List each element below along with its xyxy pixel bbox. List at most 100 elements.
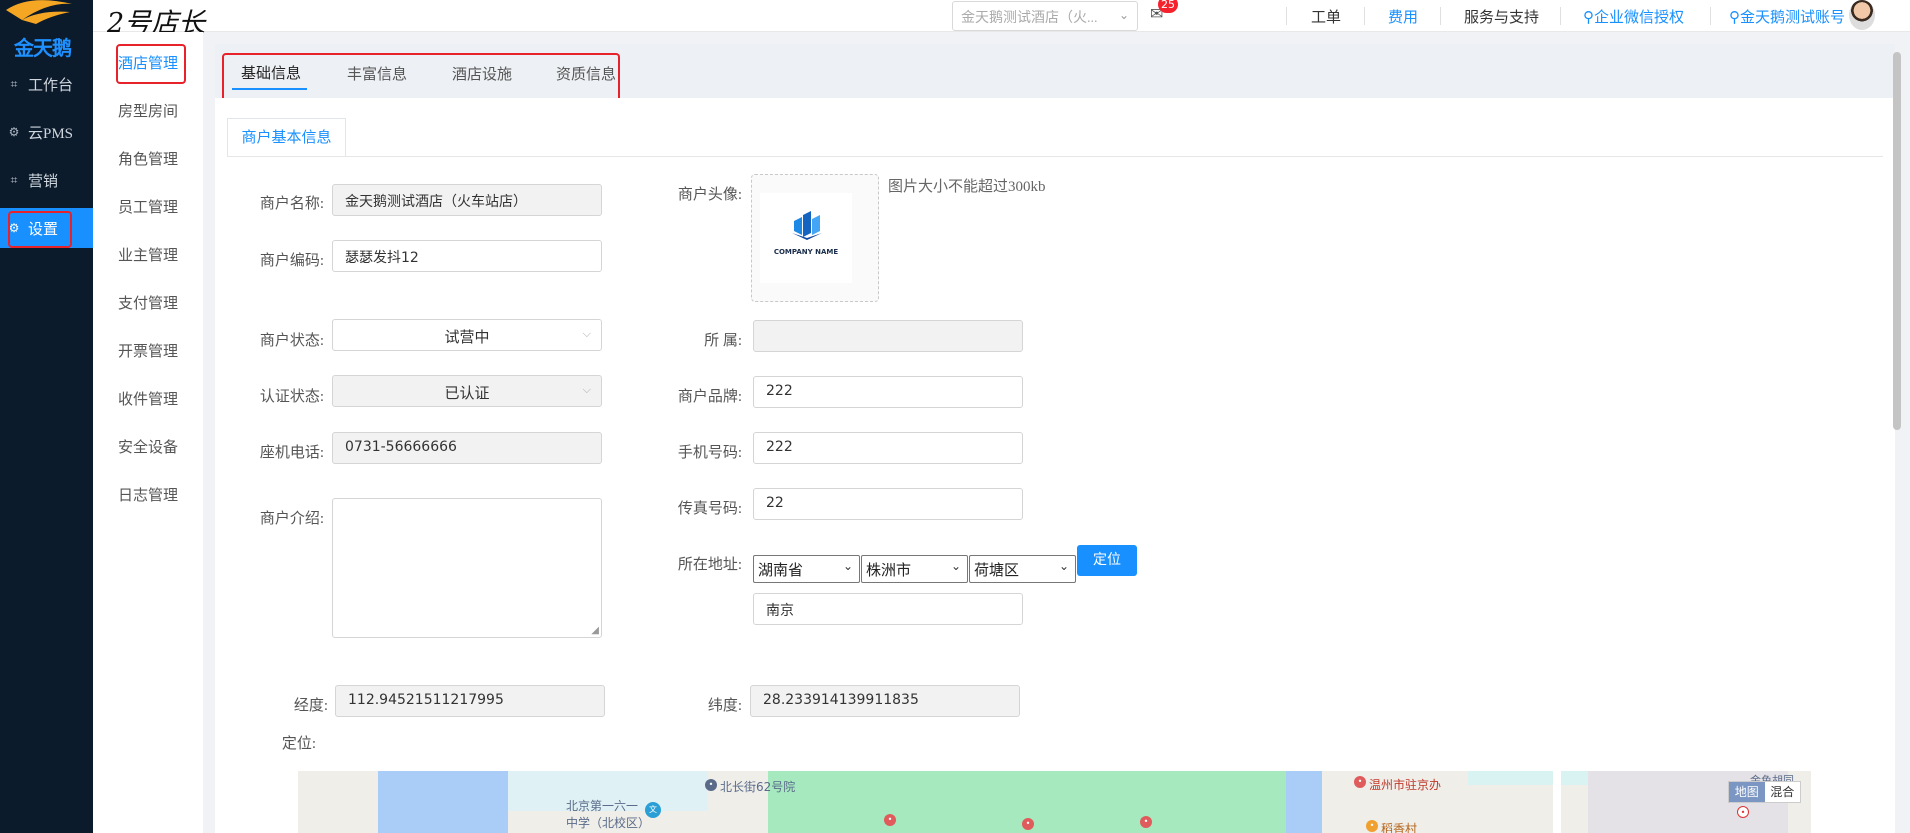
resize-grip-icon[interactable]: ◢ (591, 625, 599, 636)
submenu-item-roles[interactable]: 角色管理 (93, 145, 203, 175)
company-logo-icon (792, 211, 822, 240)
app-logo[interactable]: 金天鹅 (0, 0, 93, 60)
header-divider (1364, 7, 1365, 25)
highlight-settings (8, 211, 72, 248)
province-select[interactable]: 湖南省 ⌄ (753, 555, 860, 583)
district-select[interactable]: 荷塘区 ⌄ (969, 555, 1076, 583)
submenu-item-payment[interactable]: 支付管理 (93, 289, 203, 319)
latitude-field[interactable]: 28.233914139911835 (750, 685, 1020, 717)
address-detail-field[interactable]: 南京 (753, 593, 1023, 625)
header-divider (1286, 7, 1287, 25)
poi-pin-icon: • (1140, 816, 1152, 828)
nav-wechat-auth[interactable]: ⚲企业微信授权 (1583, 6, 1684, 27)
school-pin-icon: 文 (645, 802, 661, 818)
fax-field[interactable]: 22 (753, 488, 1023, 520)
company-name-text: COMPANY NAME (773, 248, 839, 256)
sidebar-item-cloud-pms[interactable]: ⚙ 云PMS (0, 112, 93, 152)
label-merchant-name: 商户名称: (259, 196, 324, 212)
submenu-item-invoice[interactable]: 开票管理 (93, 337, 203, 367)
city-select[interactable]: 株洲市 ⌄ (861, 555, 968, 583)
poi-pin-icon: • (705, 779, 717, 791)
submenu-item-receipt[interactable]: 收件管理 (93, 385, 203, 415)
submenu-item-logs[interactable]: 日志管理 (93, 481, 203, 511)
intro-textarea[interactable]: ◢ (332, 498, 602, 638)
label-brand: 商户品牌: (677, 389, 742, 405)
nav-support[interactable]: 服务与支持 (1464, 6, 1539, 27)
workbench-icon: ⌗ (10, 76, 18, 91)
label-cert-status: 认证状态: (259, 389, 324, 405)
label-latitude: 纬度: (707, 698, 742, 714)
district-value: 荷塘区 (974, 563, 1020, 579)
label-longitude: 经度: (293, 698, 328, 714)
mobile-field[interactable]: 222 (753, 432, 1023, 464)
brand-field[interactable]: 222 (753, 376, 1023, 408)
label-landline: 座机电话: (259, 445, 324, 461)
map-area (1468, 771, 1588, 785)
highlight-hotel-management (116, 44, 186, 84)
chevron-down-icon: ⌄ (1058, 559, 1069, 573)
avatar[interactable] (1849, 0, 1875, 30)
submenu-item-owners[interactable]: 业主管理 (93, 241, 203, 271)
header-divider (1710, 7, 1711, 25)
belong-field[interactable] (753, 320, 1023, 352)
label-intro: 商户介绍: (259, 511, 324, 527)
merchant-name-field[interactable]: 金天鹅测试酒店（火车站店） (332, 184, 602, 216)
hotel-select[interactable]: 金天鹅测试酒店（火... ⌄ (952, 1, 1138, 31)
nav-account[interactable]: ⚲金天鹅测试账号 (1729, 6, 1845, 27)
swan-logo-icon (6, 0, 72, 24)
poi-pin-icon: • (1022, 818, 1034, 830)
poi-pin-icon: • (1354, 776, 1366, 788)
sidebar-item-workbench[interactable]: ⌗ 工作台 (0, 64, 93, 104)
user-icon: ⚲ (1729, 10, 1740, 26)
locate-button[interactable]: 定位 (1077, 545, 1137, 576)
cert-status-select[interactable]: 已认证 ⌵ (332, 375, 602, 407)
submenu-item-staff[interactable]: 员工管理 (93, 193, 203, 223)
cert-status-value: 已认证 (444, 386, 490, 402)
chevron-down-icon: ⌵ (582, 327, 591, 340)
sub-menu: 酒店管理 房型房间 角色管理 员工管理 业主管理 支付管理 开票管理 收件管理 … (93, 32, 203, 833)
submenu-item-security-devices[interactable]: 安全设备 (93, 433, 203, 463)
chevron-down-icon: ⌵ (582, 383, 591, 396)
hotel-select-value: 金天鹅测试酒店（火... (961, 11, 1098, 26)
map-type-map[interactable]: 地图 (1729, 782, 1765, 802)
label-belong: 所 属: (704, 333, 742, 349)
sidebar-item-label: 云PMS (28, 125, 74, 142)
avatar-upload[interactable]: COMPANY NAME (751, 174, 879, 302)
avatar-size-hint: 图片大小不能超过300kb (888, 179, 1046, 195)
label-mobile: 手机号码: (677, 445, 742, 461)
landline-field[interactable]: 0731-56666666 (332, 432, 602, 464)
chevron-down-icon: ⌄ (842, 559, 853, 573)
submenu-item-room-types[interactable]: 房型房间 (93, 97, 203, 127)
subtab-divider (227, 156, 1883, 157)
map-type-hybrid[interactable]: 混合 (1765, 782, 1801, 802)
merchant-code-field[interactable]: 瑟瑟发抖12 (332, 240, 602, 272)
label-address: 所在地址: (677, 557, 742, 573)
avatar-image: COMPANY NAME (760, 193, 852, 283)
merchant-status-value: 试营中 (444, 330, 490, 346)
subtab-merchant-basic-info[interactable]: 商户基本信息 (227, 118, 346, 157)
sidebar-item-marketing[interactable]: ⌗ 营销 (0, 160, 93, 200)
label-merchant-code: 商户编码: (259, 253, 324, 269)
poi-pin-icon: • (1737, 806, 1749, 818)
nav-fees[interactable]: 费用 (1388, 6, 1418, 27)
cloud-pms-icon: ⚙ (8, 125, 20, 139)
scrollbar[interactable] (1893, 52, 1901, 430)
header-divider (1560, 7, 1561, 25)
merchant-status-select[interactable]: 试营中 ⌵ (332, 319, 602, 351)
city-value: 株洲市 (866, 563, 912, 579)
longitude-field[interactable]: 112.94521511217995 (335, 685, 605, 717)
map-water (1286, 771, 1322, 833)
location-map[interactable] (298, 771, 1811, 833)
nav-work-order[interactable]: 工单 (1311, 6, 1341, 27)
chevron-down-icon: ⌄ (950, 559, 961, 573)
label-avatar: 商户头像: (677, 187, 742, 203)
chevron-down-icon: ⌄ (1118, 8, 1129, 22)
poi-pin-icon: • (1366, 820, 1378, 832)
map-label-village: 稻香村 (1381, 822, 1418, 833)
map-road (1553, 771, 1561, 833)
label-fax: 传真号码: (677, 501, 742, 517)
label-merchant-status: 商户状态: (259, 333, 324, 349)
map-type-switch[interactable]: 地图 混合 (1728, 781, 1801, 803)
sidebar-item-label: 工作台 (28, 77, 74, 94)
map-label-office: 温州市驻京办 (1369, 778, 1442, 792)
